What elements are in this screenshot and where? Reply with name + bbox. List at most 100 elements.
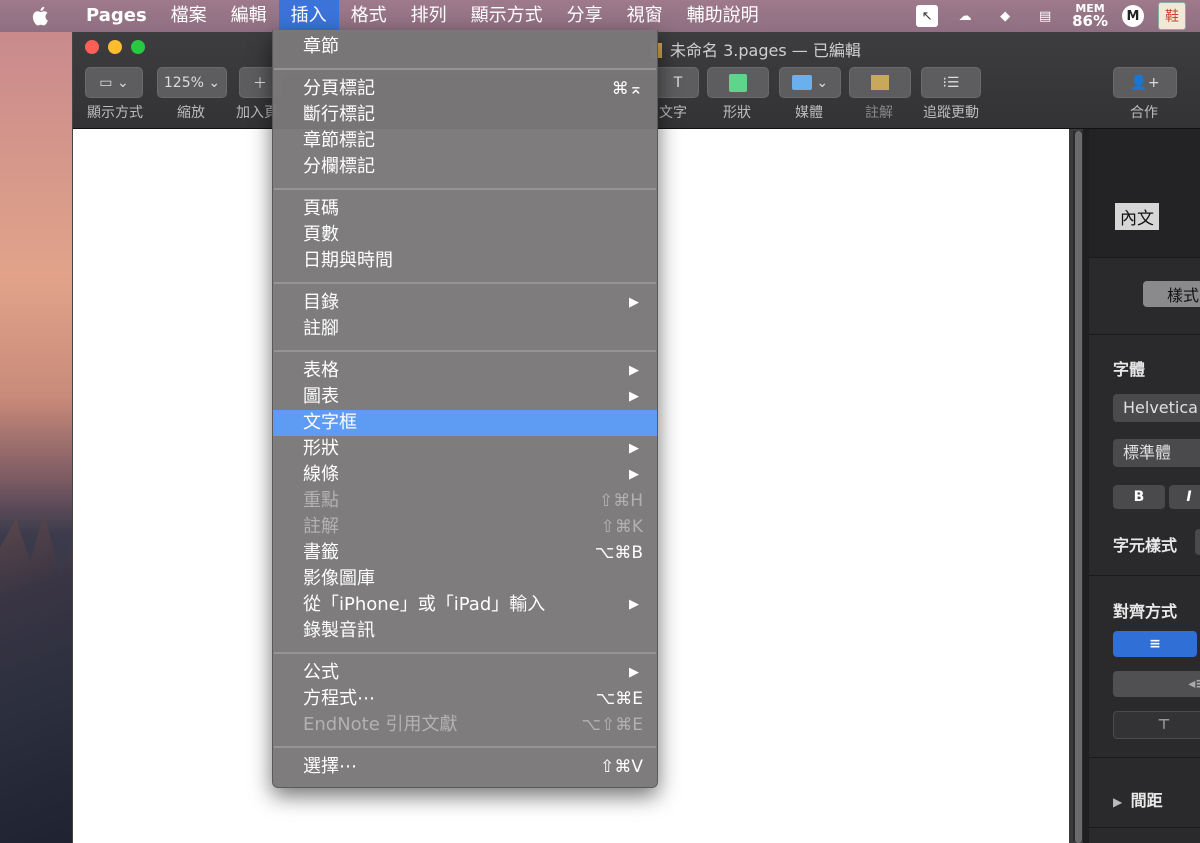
shape-button[interactable] [707, 67, 769, 98]
bold-button[interactable]: B [1113, 485, 1165, 509]
track-changes-icon: ⁝☰ [942, 74, 960, 91]
menu-item: 重點 ⇧⌘H [273, 488, 657, 514]
zoom-value: 125% [163, 74, 204, 91]
window-title-text: 未命名 3.pages — 已編輯 [670, 41, 861, 60]
menu-separator [274, 188, 656, 190]
desktop-wallpaper [0, 32, 80, 843]
comment-button[interactable] [849, 67, 911, 98]
menu-item[interactable]: 日期與時間 [273, 248, 657, 274]
menubar-window[interactable]: 視窗 [615, 0, 675, 32]
comment-label: 註解 [865, 105, 893, 121]
menubar-file[interactable]: 檔案 [159, 0, 219, 32]
menu-item[interactable]: 頁碼 [273, 196, 657, 222]
m-app-icon[interactable]: M [1122, 5, 1144, 27]
chevron-down-icon: ⌄ [811, 74, 829, 91]
menu-item[interactable]: 方程式⋯ ⌥⌘E [273, 686, 657, 712]
track-changes-button[interactable]: ⁝☰ [921, 67, 981, 98]
menu-bar: Pages 檔案 編輯 插入 格式 排列 顯示方式 分享 視窗 輔助說明 ↖ ☁… [0, 0, 1200, 32]
mem-value: 86% [1072, 12, 1108, 30]
scrollbar-thumb[interactable] [1075, 131, 1082, 843]
divider [1089, 827, 1200, 828]
menubar-arrange[interactable]: 排列 [399, 0, 459, 32]
menu-item[interactable]: 線條 ▶ [273, 462, 657, 488]
align-left-button[interactable]: ≡ [1113, 631, 1197, 657]
input-method-icon[interactable]: 鞋 [1158, 2, 1186, 30]
italic-button[interactable]: I [1169, 485, 1200, 509]
menu-item-shortcut: ⌘⌅ [611, 79, 643, 99]
view-button[interactable]: ▭ ⌄ [85, 67, 143, 98]
menu-item-label: 錄製音訊 [303, 620, 375, 641]
menubar-insert[interactable]: 插入 [278, 0, 339, 32]
menu-item[interactable]: 形狀 ▶ [273, 436, 657, 462]
cursor-icon[interactable]: ↖ [916, 5, 939, 27]
minimize-window-button[interactable] [108, 40, 122, 54]
menu-item[interactable]: 章節 [273, 34, 657, 60]
track-changes-label: 追蹤更動 [923, 105, 979, 121]
menubar-edit[interactable]: 編輯 [219, 0, 279, 32]
menu-item[interactable]: 章節標記 [273, 128, 657, 154]
memory-indicator[interactable]: MEM 86% [1072, 3, 1108, 29]
menu-item[interactable]: 書籤 ⌥⌘B [273, 540, 657, 566]
shape-square-icon [729, 73, 747, 92]
font-family-select[interactable]: Helvetica [1113, 394, 1200, 422]
menu-item[interactable]: 註腳 [273, 316, 657, 342]
spacing-heading[interactable]: ▶ 間距 [1113, 787, 1163, 811]
apple-menu-icon[interactable] [28, 3, 54, 29]
menu-item[interactable]: 分頁標記 ⌘⌅ [273, 76, 657, 102]
align-top-button[interactable]: ⊤ [1113, 711, 1200, 739]
menubar-help[interactable]: 輔助說明 [675, 0, 771, 32]
chevron-down-icon: ⌄ [203, 74, 221, 91]
menu-item[interactable]: 選擇⋯ ⇧⌘V [273, 754, 657, 780]
menu-item[interactable]: 影像圖庫 [273, 566, 657, 592]
zoom-window-button[interactable] [131, 40, 145, 54]
menu-item[interactable]: 公式 ▶ [273, 660, 657, 686]
menu-item-label: 分欄標記 [303, 156, 375, 177]
menu-item[interactable]: 分欄標記 [273, 154, 657, 180]
format-sidebar: 內文 樣式 字體 Helvetica 標準體 B I 字元樣式 對齊方式 ≡ ◂… [1089, 129, 1200, 843]
view-label: 顯示方式 [87, 105, 143, 121]
comment-note-icon [871, 75, 889, 90]
menu-item[interactable]: 文字框 [273, 410, 657, 436]
character-style-heading: 字元樣式 [1113, 536, 1178, 555]
add-person-icon: 👤+ [1130, 74, 1160, 91]
menu-item[interactable]: 錄製音訊 [273, 618, 657, 644]
character-style-select[interactable] [1195, 529, 1200, 555]
menu-separator [274, 746, 656, 748]
menu-item-shortcut: ⇧⌘V [600, 757, 643, 777]
menubar-format[interactable]: 格式 [339, 0, 399, 32]
menu-item-label: 目錄 [303, 292, 339, 313]
collaborate-button[interactable]: 👤+ [1113, 67, 1177, 98]
align-left-icon: ≡ [1149, 636, 1161, 652]
collaborate-label: 合作 [1130, 105, 1158, 121]
close-window-button[interactable] [85, 40, 99, 54]
clipboard-icon[interactable]: ▤ [1032, 4, 1058, 28]
text-label: 文字 [659, 105, 687, 121]
menu-item[interactable]: 從「iPhone」或「iPad」輸入 ▶ [273, 592, 657, 618]
menu-item-shortcut: ⌥⌘B [594, 543, 643, 563]
menubar-app-name[interactable]: Pages [74, 0, 159, 32]
media-button[interactable]: ⌄ [779, 67, 841, 98]
menu-item-label: 頁碼 [303, 198, 339, 219]
menu-item[interactable]: 斷行標記 [273, 102, 657, 128]
menu-item[interactable]: 頁數 [273, 222, 657, 248]
zoom-button[interactable]: 125% ⌄ [157, 67, 227, 98]
menu-item[interactable]: 目錄 ▶ [273, 290, 657, 316]
tab-style[interactable]: 樣式 [1143, 281, 1200, 307]
menu-item[interactable]: 表格 ▶ [273, 358, 657, 384]
creative-cloud-icon[interactable]: ☁ [952, 4, 978, 28]
menu-item-label: 選擇⋯ [303, 756, 357, 777]
menubar-share[interactable]: 分享 [555, 0, 615, 32]
text-button[interactable]: T [658, 67, 699, 98]
menu-item-label: 分頁標記 [303, 78, 375, 99]
traffic-lights [85, 40, 145, 54]
vertical-scrollbar[interactable] [1073, 131, 1083, 843]
dropbox-icon[interactable]: ◆ [992, 4, 1018, 28]
paragraph-style-name[interactable]: 內文 [1115, 203, 1159, 230]
menubar-view[interactable]: 顯示方式 [459, 0, 555, 32]
submenu-arrow-icon: ▶ [629, 441, 639, 456]
font-weight-select[interactable]: 標準體 [1113, 439, 1200, 467]
menu-item[interactable]: 圖表 ▶ [273, 384, 657, 410]
menu-item-label: 章節標記 [303, 130, 375, 151]
menu-separator [274, 652, 656, 654]
decrease-indent-button[interactable]: ◂≡ [1113, 671, 1200, 697]
